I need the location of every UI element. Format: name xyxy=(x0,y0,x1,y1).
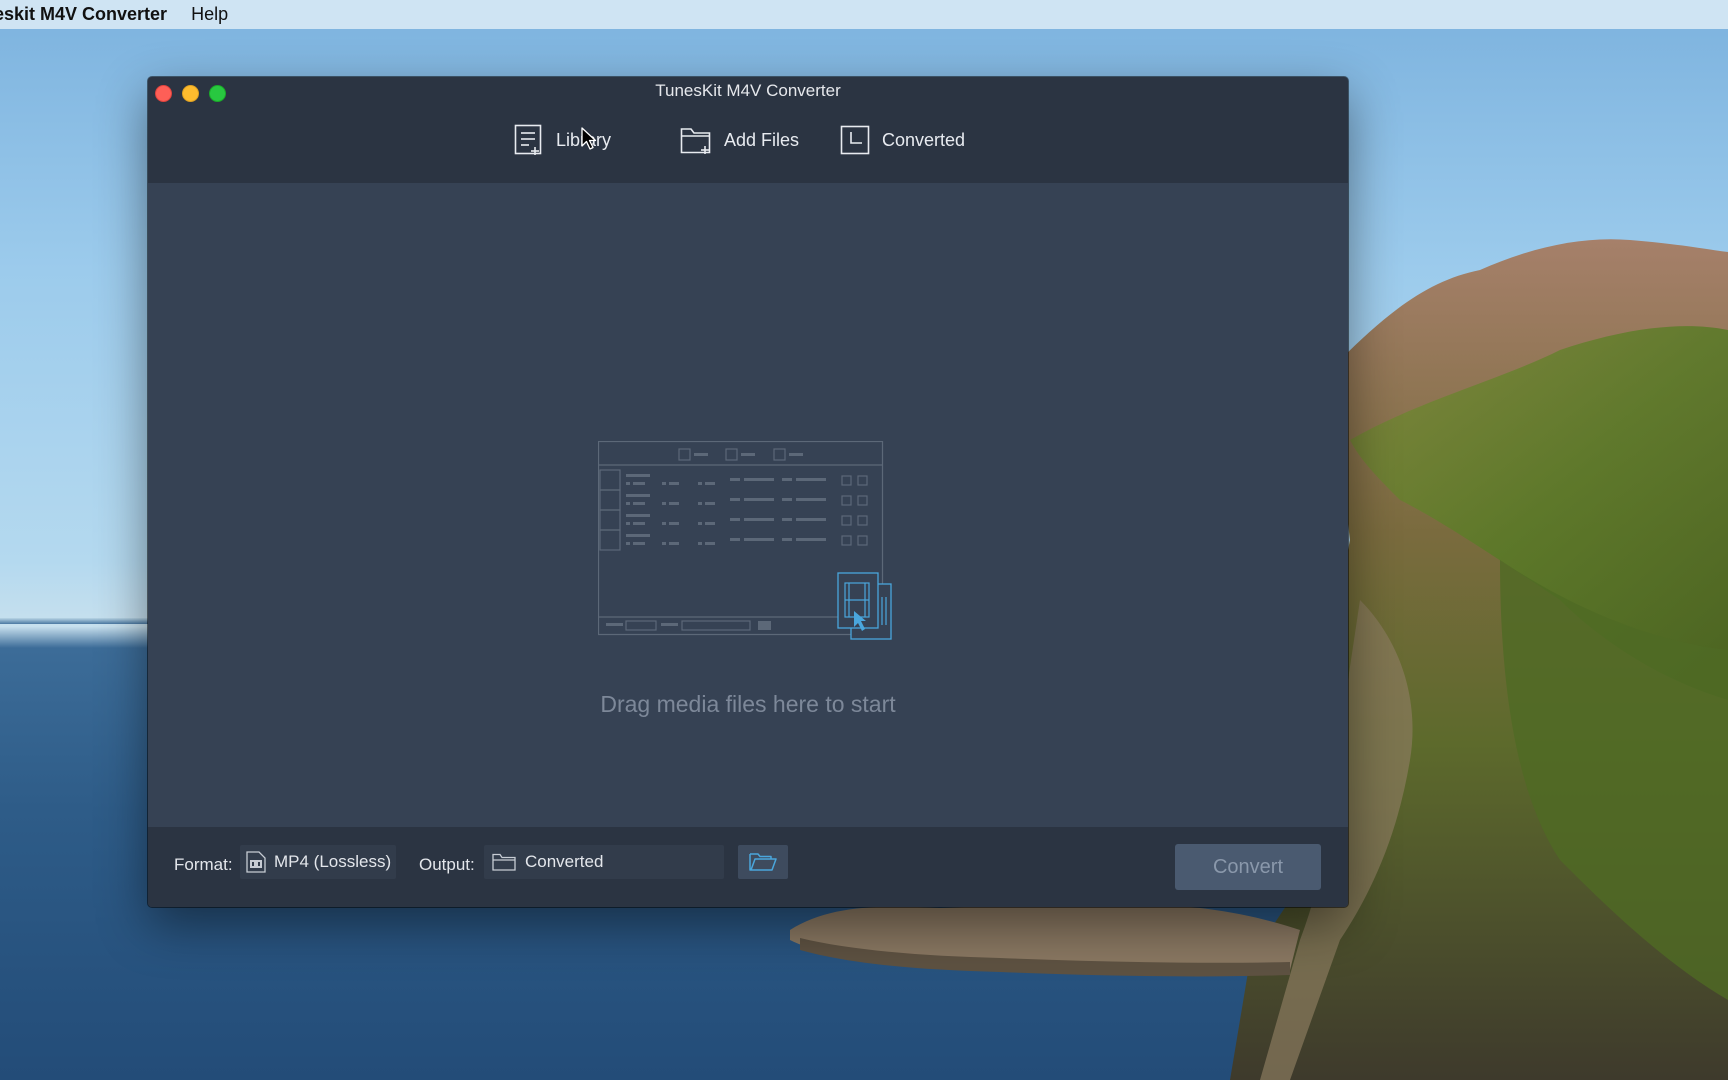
add-files-label: Add Files xyxy=(724,129,800,150)
open-folder-icon xyxy=(749,853,777,871)
converted-button[interactable]: Converted xyxy=(840,123,965,157)
convert-button[interactable]: Convert xyxy=(1175,844,1321,890)
converted-label: Converted xyxy=(882,129,966,150)
format-label: Format: xyxy=(174,855,233,874)
output-value: Converted xyxy=(525,852,604,871)
converted-icon xyxy=(840,125,870,155)
menu-help[interactable]: Help xyxy=(191,4,228,25)
output-path-field[interactable]: Converted xyxy=(484,845,724,879)
drag-drop-illustration-icon xyxy=(598,441,892,640)
mouse-cursor xyxy=(581,127,597,150)
bottom-bar: Format: MP4 (Lossless) Output: Converted xyxy=(148,827,1348,907)
window-title: TunesKit M4V Converter xyxy=(655,81,841,100)
app-window: TunesKit M4V Converter Library Add Files xyxy=(148,77,1348,907)
folder-icon xyxy=(492,853,516,871)
drop-zone[interactable]: Drag media files here to start xyxy=(148,183,1348,827)
library-icon xyxy=(514,124,542,155)
add-folder-icon xyxy=(680,128,711,154)
drop-hint-text: Drag media files here to start xyxy=(600,691,896,717)
title-bar: TunesKit M4V Converter Library Add Files xyxy=(148,77,1348,183)
format-value: MP4 (Lossless) xyxy=(274,852,392,871)
menu-app-name[interactable]: eskit M4V Converter xyxy=(0,4,167,25)
menu-bar: eskit M4V Converter Help xyxy=(0,0,1728,29)
browse-output-button[interactable] xyxy=(738,845,788,879)
add-files-button[interactable]: Add Files xyxy=(680,123,799,157)
file-format-icon xyxy=(246,851,266,873)
output-label: Output: xyxy=(419,855,475,874)
format-select[interactable]: MP4 (Lossless) xyxy=(240,845,396,879)
